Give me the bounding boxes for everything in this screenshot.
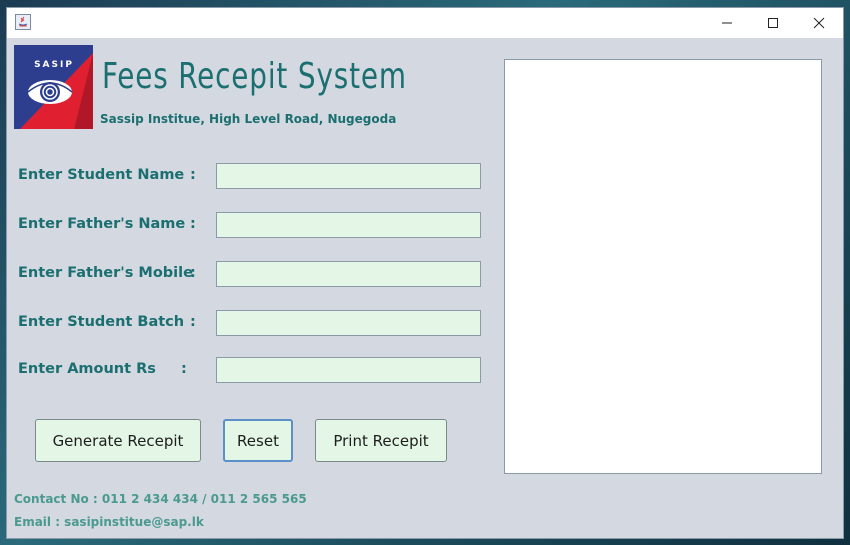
receipt-preview-area[interactable]	[504, 59, 822, 474]
contact-number: Contact No : 011 2 434 434 / 011 2 565 5…	[14, 492, 307, 506]
father-name-field[interactable]	[216, 212, 481, 238]
amount-field[interactable]	[216, 357, 481, 383]
student-name-label: Enter Student Name	[18, 167, 185, 183]
student-batch-label: Enter Student Batch	[18, 314, 185, 330]
amount-colon: :	[181, 361, 187, 377]
father-name-label: Enter Father's Name	[18, 216, 186, 232]
maximize-button[interactable]	[750, 8, 796, 38]
reset-button[interactable]: Reset	[223, 419, 293, 462]
father-name-colon: :	[190, 216, 196, 232]
title-bar[interactable]	[7, 8, 843, 38]
student-name-field[interactable]	[216, 163, 481, 189]
print-receipt-button[interactable]: Print Recepit	[315, 419, 447, 462]
logo-text: SASIP	[34, 60, 74, 70]
student-name-colon: :	[190, 167, 196, 183]
institute-address: Sassip Institue, High Level Road, Nugego…	[100, 112, 397, 126]
page-title: Fees Recepit System	[102, 56, 407, 97]
father-mobile-colon: :	[190, 265, 196, 281]
minimize-button[interactable]	[704, 8, 750, 38]
student-batch-field[interactable]	[216, 310, 481, 336]
close-button[interactable]	[796, 8, 842, 38]
maximize-icon	[768, 18, 778, 28]
close-icon	[813, 17, 825, 29]
student-batch-colon: :	[190, 314, 196, 330]
amount-label: Enter Amount Rs	[18, 361, 156, 377]
java-app-icon	[15, 14, 31, 30]
sasip-logo: SASIP	[14, 45, 93, 129]
app-window: SASIP Fees Recepit System Sassip Institu…	[6, 7, 844, 539]
father-mobile-label: Enter Father's Mobile	[18, 265, 193, 281]
contact-email: Email : sasipinstitue@sap.lk	[14, 515, 204, 529]
minimize-icon	[722, 22, 732, 24]
generate-receipt-button[interactable]: Generate Recepit	[35, 419, 201, 462]
father-mobile-field[interactable]	[216, 261, 481, 287]
